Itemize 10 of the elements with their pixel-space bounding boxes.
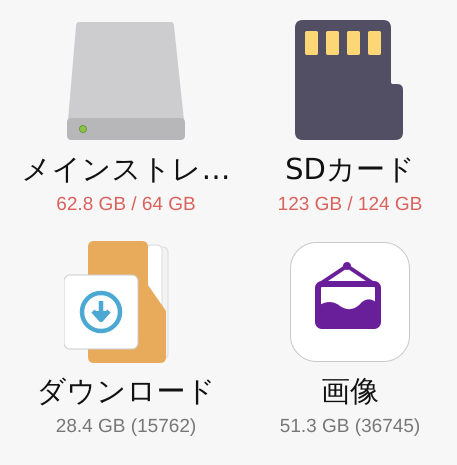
item-size: 51.3 GB (36745) [280, 416, 420, 438]
memory-card-icon[interactable] [295, 20, 405, 140]
hanging-picture-icon[interactable] [290, 242, 410, 362]
item-name: メインストレ… [22, 151, 230, 188]
item-size: 62.8 GB / 64 GB [56, 194, 196, 216]
item-name: ダウンロード [36, 373, 216, 410]
item-name: 画像 [321, 373, 379, 410]
item-size: 28.4 GB (15762) [56, 416, 196, 438]
item-size: 123 GB / 124 GB [278, 194, 422, 216]
item-name: SDカード [285, 151, 415, 188]
